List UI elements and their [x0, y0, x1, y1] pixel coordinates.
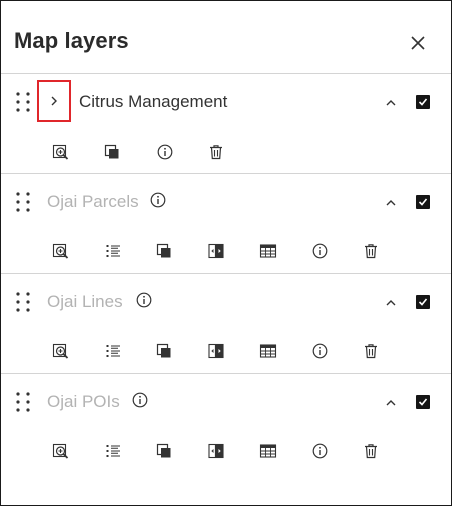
attribute-table-icon [259, 244, 277, 258]
layer-name[interactable]: Ojai POIs [47, 392, 120, 412]
duplicate-button[interactable] [153, 440, 175, 462]
zoom-to-icon [52, 443, 69, 459]
layer-status-info[interactable] [150, 192, 166, 208]
duplicate-button[interactable] [153, 340, 175, 362]
layer-status-info[interactable] [136, 292, 152, 308]
info-icon [150, 192, 166, 208]
layer-status-info[interactable] [132, 392, 148, 408]
collapse-toggle[interactable] [383, 296, 399, 308]
chevron-up-icon [386, 300, 396, 306]
attribute-table-button[interactable] [257, 440, 279, 462]
checkmark-icon [418, 298, 428, 306]
delete-button[interactable] [205, 141, 227, 163]
legend-button[interactable] [102, 340, 124, 362]
visibility-checkbox[interactable] [416, 195, 430, 209]
delete-button[interactable] [360, 440, 382, 462]
visibility-checkbox[interactable] [416, 395, 430, 409]
collapse-toggle[interactable] [383, 396, 399, 408]
chevron-up-icon [386, 200, 396, 206]
swipe-compare-button[interactable] [205, 340, 227, 362]
drag-handle-icon [16, 92, 30, 112]
info-icon [136, 292, 152, 308]
drag-handle-icon [16, 292, 30, 312]
info-icon [312, 343, 328, 359]
zoom-to-icon [52, 343, 69, 359]
visibility-checkbox[interactable] [416, 295, 430, 309]
info-button[interactable] [309, 440, 331, 462]
checkmark-icon [418, 398, 428, 406]
swipe-compare-button[interactable] [205, 440, 227, 462]
layer-name[interactable]: Citrus Management [79, 92, 227, 112]
info-icon [312, 243, 328, 259]
swipe-compare-icon [208, 343, 224, 359]
legend-list-icon [106, 245, 120, 257]
attribute-table-button[interactable] [257, 340, 279, 362]
info-button[interactable] [154, 141, 176, 163]
collapse-toggle[interactable] [383, 196, 399, 208]
delete-icon [365, 244, 377, 259]
info-button[interactable] [309, 340, 331, 362]
zoom-to-icon [52, 243, 69, 259]
swipe-compare-icon [208, 243, 224, 259]
legend-button[interactable] [102, 240, 124, 262]
checkmark-icon [418, 98, 428, 106]
duplicate-icon [156, 343, 171, 358]
legend-button[interactable] [102, 440, 124, 462]
delete-icon [210, 145, 222, 160]
drag-handle[interactable] [15, 91, 31, 113]
delete-icon [365, 444, 377, 459]
swipe-compare-button[interactable] [205, 240, 227, 262]
checkmark-icon [418, 198, 428, 206]
attribute-table-icon [259, 344, 277, 358]
delete-button[interactable] [360, 340, 382, 362]
info-icon [312, 443, 328, 459]
chevron-up-icon [386, 400, 396, 406]
duplicate-icon [156, 243, 171, 258]
attribute-table-icon [259, 444, 277, 458]
layer-name[interactable]: Ojai Lines [47, 292, 123, 312]
visibility-checkbox[interactable] [416, 95, 430, 109]
duplicate-button[interactable] [101, 141, 123, 163]
attribute-table-button[interactable] [257, 240, 279, 262]
expand-layer-button[interactable] [37, 80, 71, 122]
swipe-compare-icon [208, 443, 224, 459]
zoom-to-button[interactable] [50, 141, 72, 163]
info-icon [157, 144, 173, 160]
drag-handle[interactable] [15, 391, 31, 413]
panel-title: Map layers [14, 28, 129, 53]
layer-name[interactable]: Ojai Parcels [47, 192, 139, 212]
chevron-right-icon [51, 96, 57, 106]
legend-list-icon [106, 445, 120, 457]
legend-list-icon [106, 345, 120, 357]
close-button[interactable] [404, 29, 432, 57]
close-icon [411, 36, 425, 50]
delete-icon [365, 344, 377, 359]
zoom-to-button[interactable] [50, 340, 72, 362]
zoom-to-button[interactable] [50, 440, 72, 462]
info-button[interactable] [309, 240, 331, 262]
delete-button[interactable] [360, 240, 382, 262]
duplicate-icon [156, 443, 171, 458]
duplicate-button[interactable] [153, 240, 175, 262]
collapse-toggle[interactable] [383, 96, 399, 108]
duplicate-icon [104, 144, 119, 159]
drag-handle[interactable] [15, 191, 31, 213]
info-icon [132, 392, 148, 408]
drag-handle[interactable] [15, 291, 31, 313]
chevron-up-icon [386, 100, 396, 106]
drag-handle-icon [16, 392, 30, 412]
zoom-to-icon [52, 144, 69, 160]
zoom-to-button[interactable] [50, 240, 72, 262]
drag-handle-icon [16, 192, 30, 212]
